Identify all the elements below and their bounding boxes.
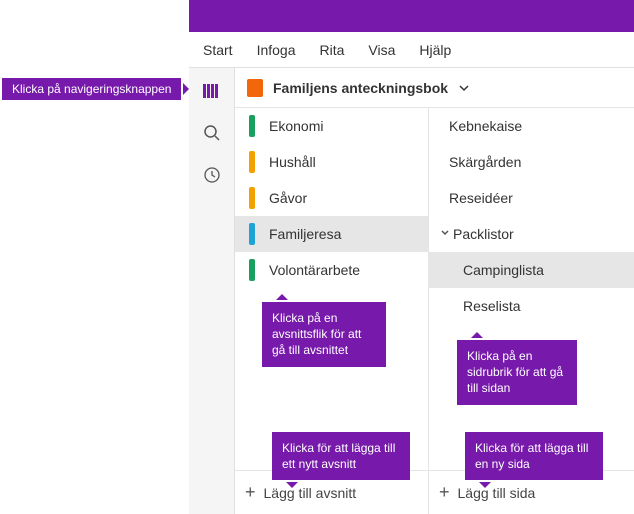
tooltip-add-page: Klicka för att lägga till en ny sida [465,432,603,480]
page-label: Kebnekaise [449,118,522,134]
page-item[interactable]: Reseidéer [429,180,634,216]
ribbon-tab-start[interactable]: Start [203,42,233,58]
search-icon[interactable] [201,122,223,144]
page-item[interactable]: Reselista [429,288,634,324]
recent-icon[interactable] [201,164,223,186]
page-item[interactable]: Skärgården [429,144,634,180]
add-section-label: Lägg till avsnitt [264,485,357,501]
section-color-tab [249,223,255,245]
tooltip-section-tab: Klicka på en avsnittsflik för att gå til… [262,302,386,367]
section-label: Familjeresa [269,226,341,242]
section-item[interactable]: Ekonomi [235,108,428,144]
tooltip-navigation: Klicka på navigeringsknappen [2,78,181,100]
ribbon-tab-draw[interactable]: Rita [320,42,345,58]
left-rail [189,68,235,514]
title-bar [189,0,634,32]
notebook-icon [247,79,263,97]
ribbon-tab-insert[interactable]: Infoga [257,42,296,58]
chevron-down-icon [458,82,470,94]
navigation-icon[interactable] [201,80,223,102]
section-item[interactable]: Hushåll [235,144,428,180]
tooltip-page-title: Klicka på en sidrubrik för att gå till s… [457,340,577,405]
notebook-title: Familjens anteckningsbok [273,80,448,96]
section-label: Hushåll [269,154,316,170]
section-item[interactable]: Familjeresa [235,216,428,252]
section-color-tab [249,187,255,209]
page-label: Packlistor [453,226,514,242]
plus-icon: + [245,482,256,503]
section-label: Volontärarbete [269,262,360,278]
notebook-header[interactable]: Familjens anteckningsbok [235,68,634,108]
chevron-down-icon [437,227,453,241]
ribbon-tab-view[interactable]: Visa [368,42,395,58]
section-color-tab [249,115,255,137]
section-item[interactable]: Gåvor [235,180,428,216]
page-label: Campinglista [463,262,544,278]
page-label: Reseidéer [449,190,513,206]
section-label: Gåvor [269,190,307,206]
page-label: Skärgården [449,154,521,170]
section-color-tab [249,151,255,173]
section-item[interactable]: Volontärarbete [235,252,428,288]
section-label: Ekonomi [269,118,323,134]
plus-icon: + [439,482,450,503]
ribbon-tabs: Start Infoga Rita Visa Hjälp [189,32,634,68]
page-item[interactable]: Kebnekaise [429,108,634,144]
page-item[interactable]: Packlistor [429,216,634,252]
section-color-tab [249,259,255,281]
add-page-label: Lägg till sida [458,485,536,501]
tooltip-add-section: Klicka för att lägga till ett nytt avsni… [272,432,410,480]
page-item[interactable]: Campinglista [429,252,634,288]
ribbon-tab-help[interactable]: Hjälp [419,42,451,58]
page-label: Reselista [463,298,521,314]
